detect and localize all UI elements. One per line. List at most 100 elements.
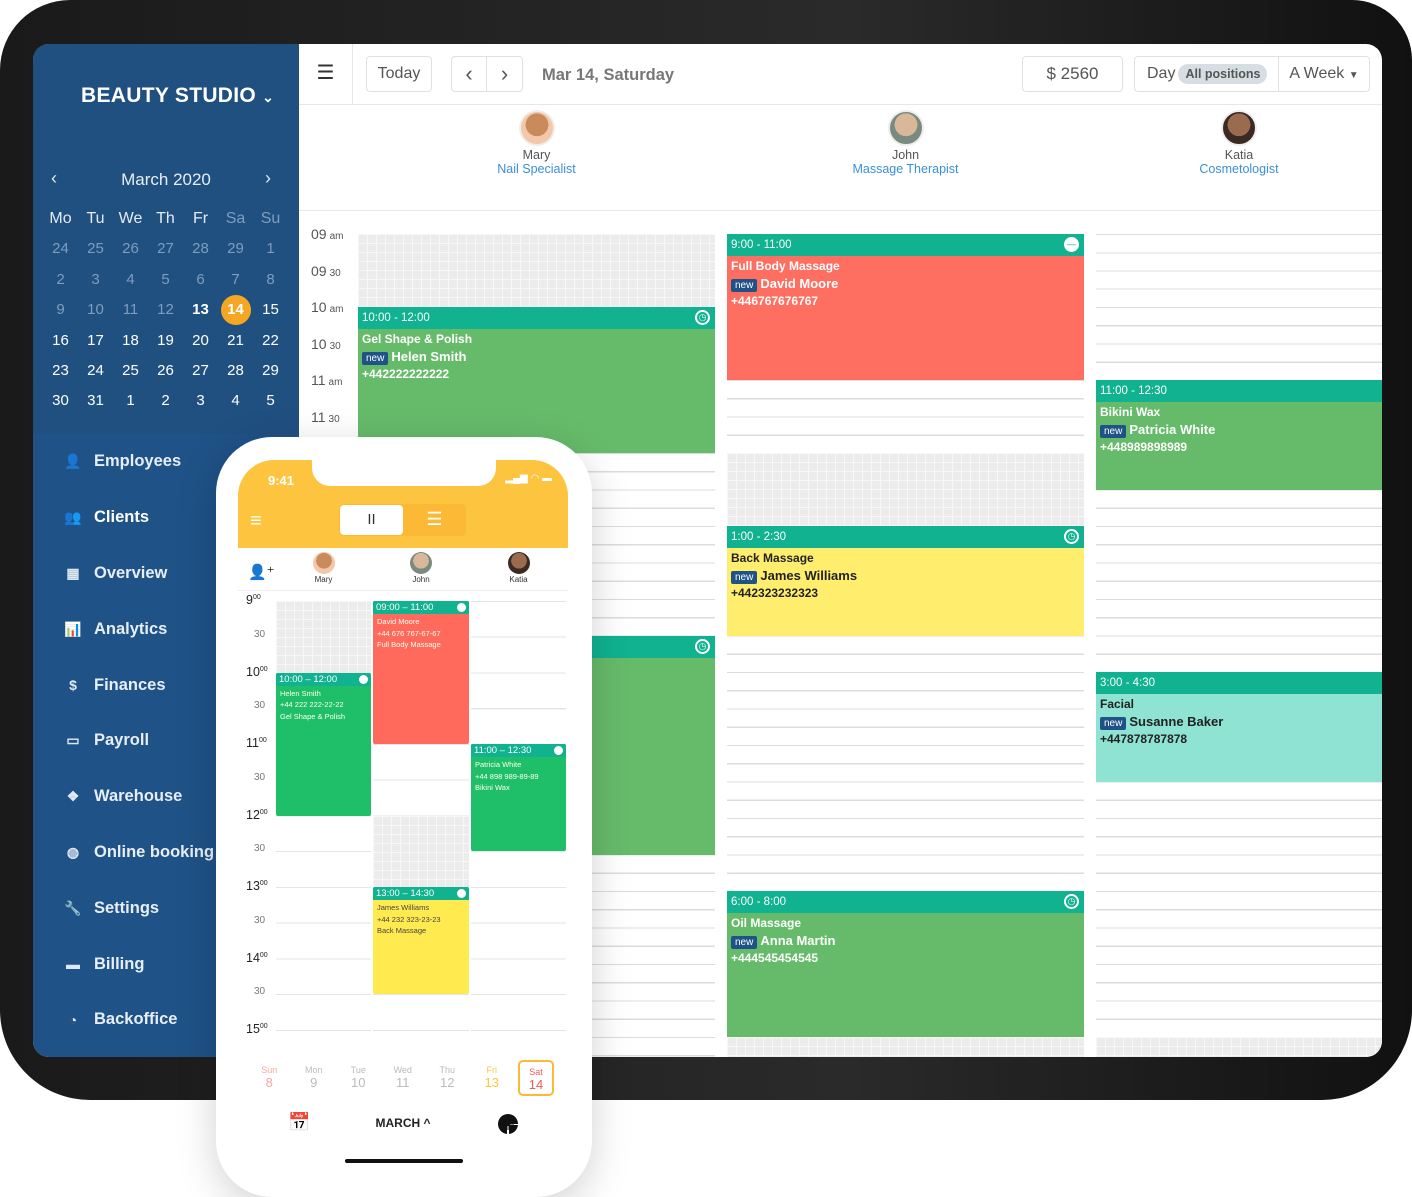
- staff-header-mary[interactable]: Mary Nail Specialist: [457, 110, 617, 176]
- hamburger-menu-icon[interactable]: ☰: [299, 44, 353, 105]
- calendar-day[interactable]: 5: [148, 265, 183, 295]
- appointment-card[interactable]: 10:00 - 12:00 ◷ Gel Shape & Polish new Helen…: [358, 307, 715, 453]
- client-name[interactable]: Anna Martin: [760, 933, 835, 948]
- day-sat[interactable]: Sat 14: [518, 1060, 554, 1096]
- prev-day-button[interactable]: ‹: [451, 56, 487, 92]
- time-hour: 11: [246, 736, 259, 750]
- minus-circle-icon[interactable]: —: [1064, 237, 1079, 252]
- weekday-label: Sa: [225, 210, 246, 227]
- phone-appointment-card[interactable]: 11:00 – 12:30 Patricia White +44 898 989-8…: [471, 744, 566, 852]
- phone-appointment-card[interactable]: 13:00 – 14:30 James Williams +44 232 323-2…: [373, 887, 469, 995]
- calendar-day[interactable]: 26: [113, 234, 148, 264]
- calendar-day[interactable]: 29: [218, 234, 253, 264]
- calendar-day[interactable]: 12: [148, 295, 183, 325]
- next-month-button[interactable]: ›: [265, 168, 271, 189]
- add-client-icon[interactable]: 👤⁺: [248, 563, 275, 581]
- phone-staff-john[interactable]: John: [391, 552, 451, 584]
- phone-staff-mary[interactable]: Mary: [294, 552, 354, 584]
- client-phone: +447878787878: [1100, 732, 1188, 746]
- client-name[interactable]: Susanne Baker: [1129, 714, 1223, 729]
- calendar-day[interactable]: 22: [253, 326, 288, 356]
- columns-view-button[interactable]: II: [340, 505, 403, 535]
- staff-header-john[interactable]: John Massage Therapist: [826, 110, 986, 176]
- appointment-card[interactable]: 9:00 - 11:00 — Full Body Massage new David M…: [727, 234, 1084, 380]
- calendar-day[interactable]: 5: [253, 386, 288, 416]
- day-sun[interactable]: Sun 8: [247, 1060, 292, 1096]
- calendar-day[interactable]: 3: [78, 265, 113, 295]
- clock-icon[interactable]: ◷: [1064, 894, 1079, 909]
- phone-menu-icon[interactable]: ≡: [250, 510, 262, 533]
- calendar-day[interactable]: 29: [253, 356, 288, 386]
- appointment-card[interactable]: 1:00 - 2:30 ◷ Back Massage new James William…: [727, 526, 1084, 636]
- calendar-day[interactable]: 26: [148, 356, 183, 386]
- phone-staff-katia[interactable]: Katia: [489, 552, 549, 584]
- list-view-button[interactable]: ☰: [403, 504, 466, 536]
- calendar-day[interactable]: 30: [43, 386, 78, 416]
- time-hour: 09: [311, 226, 327, 242]
- calendar-day[interactable]: 9: [43, 295, 78, 325]
- calendar-day[interactable]: 24: [43, 234, 78, 264]
- calendar-day[interactable]: 17: [78, 326, 113, 356]
- pie-chart-icon[interactable]: [498, 1114, 518, 1134]
- clock-icon[interactable]: ◷: [695, 638, 710, 654]
- calendar-day[interactable]: 21: [218, 326, 253, 356]
- sidebar-item-label: Employees: [94, 452, 182, 471]
- calendar-day[interactable]: 4: [218, 386, 253, 416]
- phone-time-label: 30: [254, 629, 265, 640]
- client-name[interactable]: James Williams: [760, 568, 857, 583]
- staff-header-katia[interactable]: Katia Cosmetologist: [1159, 110, 1319, 176]
- calendar-day[interactable]: 8: [253, 265, 288, 295]
- calendar-day[interactable]: 31: [78, 386, 113, 416]
- phone-appointment-card[interactable]: 09:00 – 11:00 David Moore +44 676 767-67-6…: [373, 601, 469, 744]
- calendar-day[interactable]: 28: [218, 356, 253, 386]
- calendar-day[interactable]: 2: [148, 386, 183, 416]
- calendar-day[interactable]: 6: [183, 265, 218, 295]
- day-mon[interactable]: Mon 9: [292, 1060, 337, 1096]
- appointment-card[interactable]: 11:00 - 12:30 Bikini Wax new Patricia White…: [1096, 380, 1382, 490]
- positions-pill[interactable]: All positions: [1178, 64, 1268, 84]
- calendar-day[interactable]: 27: [183, 356, 218, 386]
- day-fri[interactable]: Fri 13: [470, 1060, 515, 1096]
- calendar-day[interactable]: 13: [183, 295, 218, 325]
- range-dropdown[interactable]: A Week ▼: [1278, 56, 1370, 92]
- client-name[interactable]: Patricia White: [1129, 422, 1215, 437]
- day-tue[interactable]: Tue 10: [336, 1060, 381, 1096]
- day-positions-filter[interactable]: Day All positions: [1134, 56, 1279, 92]
- brand-selector[interactable]: BEAUTY STUDIO ⌄: [81, 84, 274, 108]
- day-wed[interactable]: Wed 11: [381, 1060, 426, 1096]
- calendar-day[interactable]: 24: [78, 356, 113, 386]
- staff-column-john[interactable]: 9:00 - 11:00— Full Body Massage new David M…: [727, 234, 1084, 1057]
- calendar-day[interactable]: 1: [113, 386, 148, 416]
- calendar-day[interactable]: 20: [183, 326, 218, 356]
- calendar-day[interactable]: 2: [43, 265, 78, 295]
- clock-icon[interactable]: ◷: [695, 310, 710, 325]
- client-name[interactable]: Helen Smith: [391, 349, 466, 364]
- today-button[interactable]: Today: [366, 56, 432, 92]
- calendar-day[interactable]: 16: [43, 326, 78, 356]
- calendar-day[interactable]: 15: [253, 295, 288, 325]
- phone-appointment-card[interactable]: 10:00 – 12:00 Helen Smith +44 222 222-22-2…: [276, 672, 371, 816]
- next-day-button[interactable]: ›: [486, 56, 523, 92]
- calendar-day[interactable]: 23: [43, 356, 78, 386]
- staff-column-katia[interactable]: 11:00 - 12:30 Bikini Wax new Patricia White…: [1096, 234, 1382, 1057]
- calendar-day[interactable]: 11: [113, 295, 148, 325]
- calendar-day[interactable]: 14: [220, 295, 251, 326]
- calendar-day[interactable]: 3: [183, 386, 218, 416]
- calendar-day[interactable]: 25: [78, 234, 113, 264]
- calendar-day[interactable]: 27: [148, 234, 183, 264]
- calendar-day[interactable]: 10: [78, 295, 113, 325]
- calendar-day[interactable]: 25: [113, 356, 148, 386]
- client-name[interactable]: David Moore: [760, 276, 838, 291]
- appointment-card[interactable]: 6:00 - 8:00 ◷ Oil Massage new Anna Martin +44…: [727, 891, 1084, 1037]
- appointment-card[interactable]: 3:00 - 4:30 Facial new Susanne Baker +447878…: [1096, 672, 1382, 782]
- calendar-day[interactable]: 1: [253, 234, 288, 264]
- time-hour: 10: [311, 335, 327, 352]
- day-thu[interactable]: Thu 12: [425, 1060, 470, 1096]
- month-selector[interactable]: MARCH ^: [238, 1116, 568, 1130]
- calendar-day[interactable]: 18: [113, 326, 148, 356]
- clock-icon[interactable]: ◷: [1064, 529, 1079, 544]
- calendar-day[interactable]: 7: [218, 265, 253, 295]
- calendar-day[interactable]: 4: [113, 265, 148, 295]
- calendar-day[interactable]: 19: [148, 326, 183, 356]
- calendar-day[interactable]: 28: [183, 234, 218, 264]
